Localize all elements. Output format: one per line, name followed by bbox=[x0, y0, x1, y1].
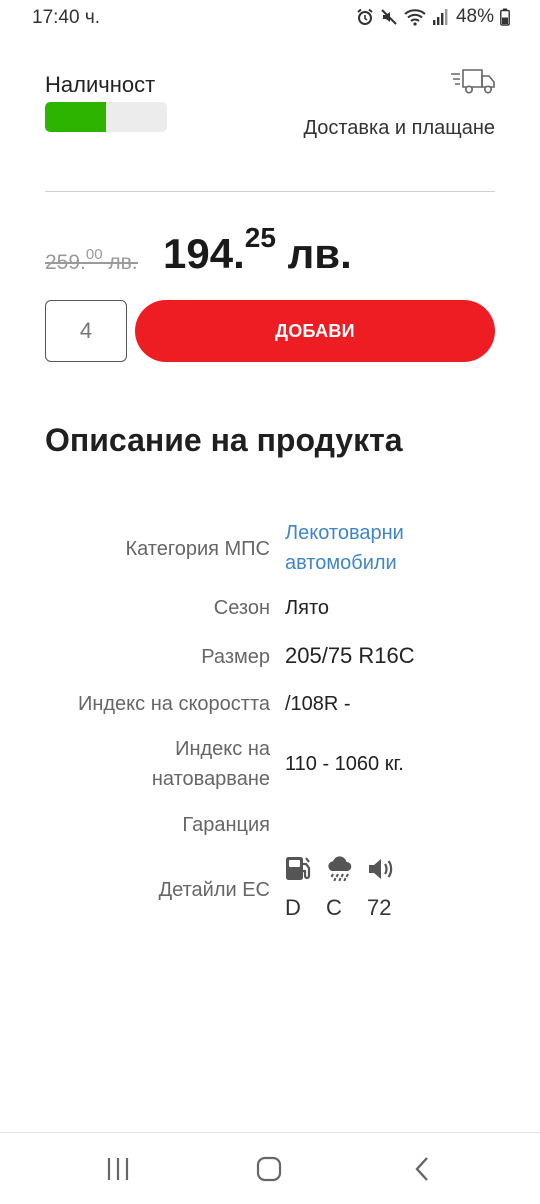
strikethrough-line bbox=[45, 262, 138, 264]
eu-wet-grip: C bbox=[326, 855, 367, 921]
product-description-title: Описание на продукта bbox=[45, 422, 403, 458]
alarm-icon bbox=[357, 8, 373, 25]
spec-value-category-line2: автомобили bbox=[285, 552, 397, 574]
home-icon[interactable] bbox=[255, 1155, 283, 1183]
availability-label: Наличност bbox=[45, 72, 156, 97]
spec-value-load-index: 110 - 1060 кг. bbox=[285, 753, 404, 775]
eu-noise: 72 bbox=[367, 855, 408, 921]
eu-fuel-efficiency: D bbox=[285, 855, 326, 921]
current-price: 194.25 лв. bbox=[163, 222, 352, 278]
battery-icon bbox=[500, 8, 510, 26]
eu-wet-grip-value: C bbox=[326, 895, 342, 920]
add-to-cart-button[interactable]: ДОБАВИ bbox=[135, 300, 495, 362]
current-price-currency: лв. bbox=[275, 230, 352, 277]
spec-label-warranty: Гаранция bbox=[182, 814, 270, 836]
recent-apps-icon[interactable] bbox=[104, 1155, 132, 1183]
status-icons: 48% bbox=[356, 6, 510, 28]
eu-fuel-value: D bbox=[285, 895, 301, 920]
old-price: 259.00 лв. bbox=[45, 246, 138, 275]
divider bbox=[45, 191, 495, 192]
truck-icon[interactable] bbox=[449, 66, 497, 96]
spec-label-size: Размер bbox=[201, 646, 270, 668]
spec-label-load-index-line1: Индекс на bbox=[175, 738, 270, 760]
spec-value-category-link[interactable]: Лекотоварни автомобили bbox=[285, 518, 404, 578]
availability-bar-fill bbox=[45, 102, 106, 132]
speaker-icon bbox=[369, 859, 393, 879]
signal-icon bbox=[432, 9, 448, 25]
spec-label-speed-index: Индекс на скоростта bbox=[77, 693, 270, 715]
eu-label-details: D C 72 bbox=[285, 855, 408, 921]
spec-value-season: Лято bbox=[285, 597, 330, 619]
wifi-icon bbox=[404, 9, 426, 26]
back-icon[interactable] bbox=[408, 1155, 436, 1183]
availability-bar bbox=[45, 102, 167, 132]
status-bar: 17:40 ч. 48% bbox=[0, 0, 540, 36]
rain-cloud-icon bbox=[328, 856, 352, 882]
spec-value-size: 205/75 R16C bbox=[285, 643, 415, 668]
quantity-input[interactable]: 4 bbox=[45, 300, 127, 362]
spec-label-load-index: Индекс на натоварване bbox=[152, 734, 270, 794]
battery-percent: 48% bbox=[455, 6, 494, 27]
spec-label-eu-details: Детайли ЕС bbox=[158, 879, 270, 901]
spec-label-season: Сезон bbox=[213, 597, 270, 619]
fuel-pump-icon bbox=[286, 857, 311, 880]
delivery-payment-link[interactable]: Доставка и плащане bbox=[303, 117, 495, 140]
old-price-cents: 00 bbox=[85, 246, 103, 263]
spec-label-category: Категория МПС bbox=[125, 538, 270, 560]
mute-icon bbox=[381, 9, 397, 25]
spec-label-load-index-line2: натоварване bbox=[151, 768, 270, 790]
spec-value-category-line1: Лекотоварни bbox=[285, 522, 404, 544]
current-price-main: 194. bbox=[163, 230, 245, 277]
spec-value-speed-index: /108R - bbox=[285, 693, 351, 715]
eu-noise-value: 72 bbox=[367, 895, 392, 920]
navigation-bar bbox=[0, 1132, 540, 1204]
status-time: 17:40 ч. bbox=[32, 7, 101, 28]
current-price-cents: 25 bbox=[244, 222, 276, 253]
